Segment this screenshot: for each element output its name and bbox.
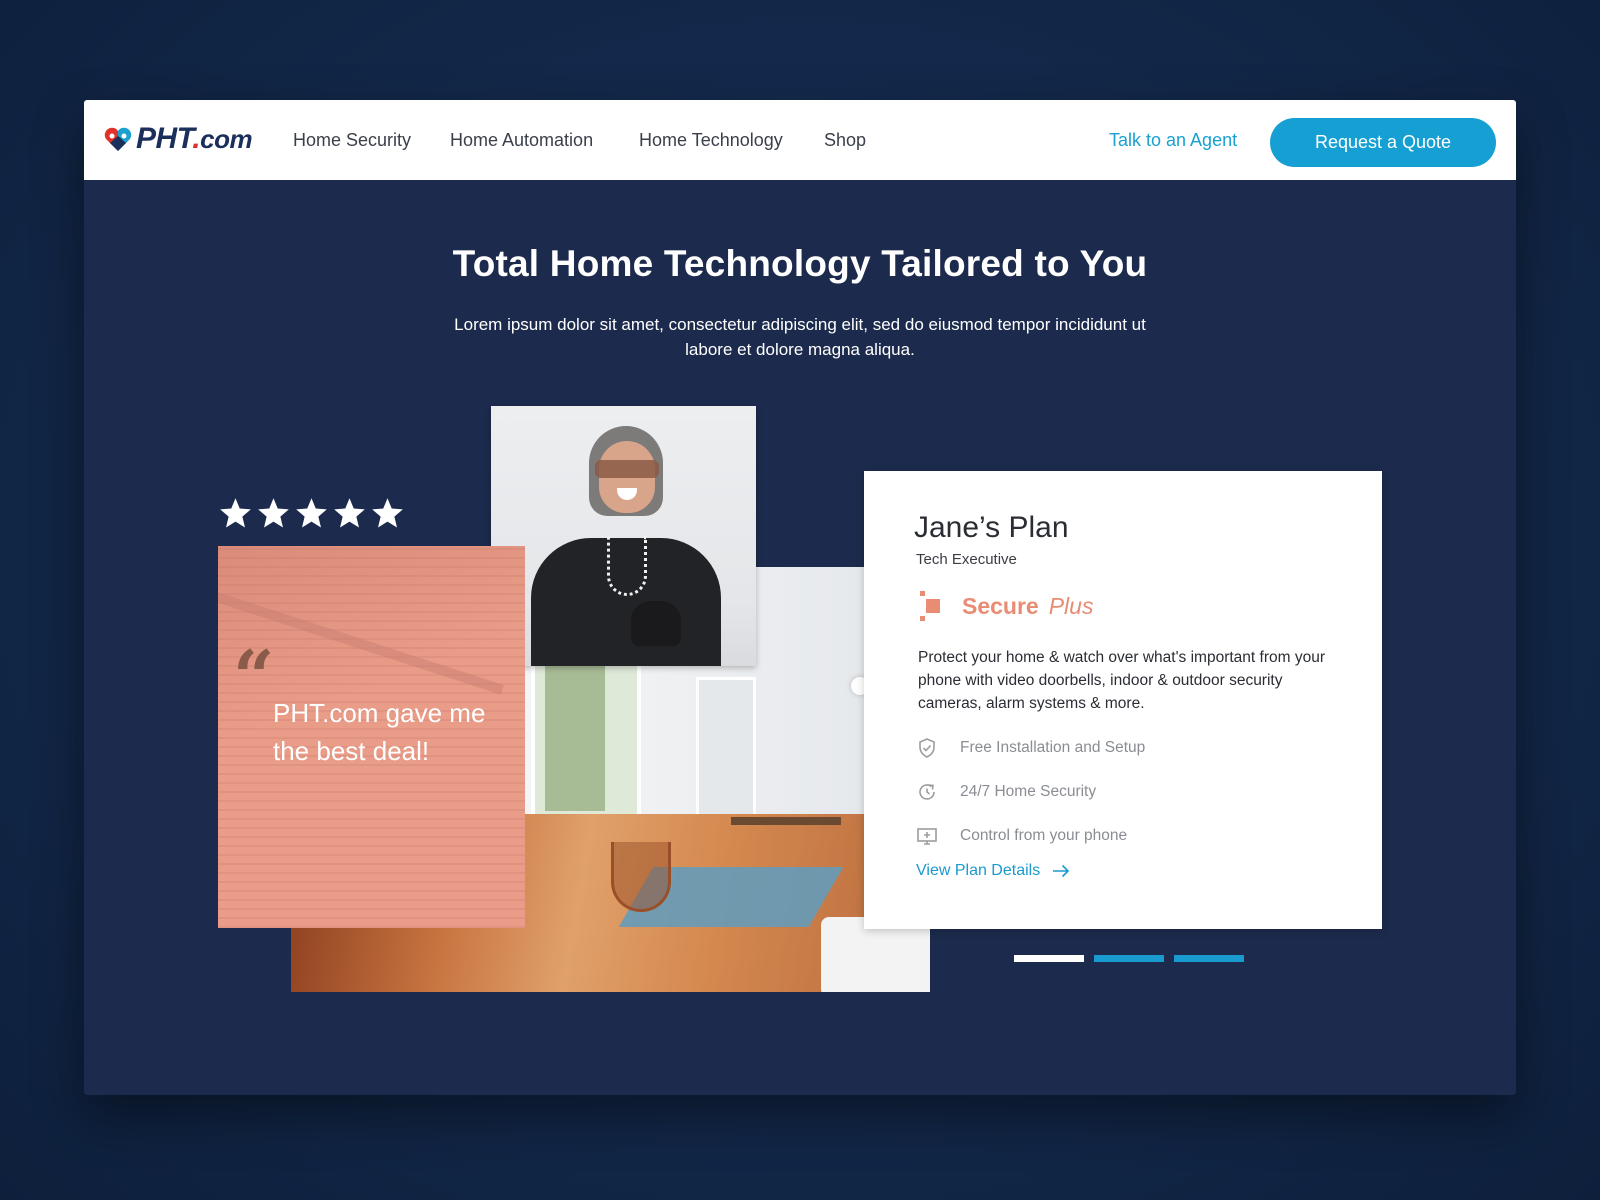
hero-title: Total Home Technology Tailored to You [452, 243, 1148, 284]
nav-home-automation[interactable]: Home Automation [450, 130, 593, 151]
arrow-right-icon [1053, 864, 1070, 878]
star-icon [258, 498, 289, 528]
star-icon [220, 498, 251, 528]
hero-subtitle: Lorem ipsum dolor sit amet, consectetur … [454, 315, 1146, 359]
star-icon [372, 498, 403, 528]
feature-item: 24/7 Home Security [916, 770, 1145, 814]
testimonial-quote: PHT.com gave me the best deal! [273, 698, 486, 766]
heart-logo-icon [104, 127, 132, 151]
logo[interactable]: PHT.com [103, 122, 253, 156]
carousel-pagination [1014, 955, 1244, 962]
feature-label: 24/7 Home Security [960, 783, 1097, 800]
star-icon [296, 498, 327, 528]
shield-check-icon [919, 738, 935, 758]
logo-wordmark: PHT.com [136, 122, 253, 155]
feature-item: Control from your phone [916, 814, 1145, 858]
plan-card: Jane’s Plan Tech Executive Secure Plus P… [864, 471, 1382, 929]
tier-pixel-icon [918, 591, 944, 621]
plan-tier: Secure Plus [918, 591, 1093, 621]
feature-label: Control from your phone [960, 827, 1128, 844]
customer-portrait-photo [491, 406, 756, 666]
tier-suffix: Plus [1048, 592, 1094, 619]
star-rating [218, 496, 405, 531]
star-icon [334, 498, 365, 528]
carousel-dot-1[interactable] [1014, 955, 1084, 962]
plan-role: Tech Executive [916, 551, 1017, 568]
view-plan-details-label: View Plan Details [916, 862, 1041, 879]
plan-name: Jane’s Plan [914, 511, 1069, 544]
site-header: PHT.com Home Security Home Automation Ho… [84, 100, 1516, 180]
feature-item: Free Installation and Setup [916, 726, 1145, 770]
feature-label: Free Installation and Setup [960, 739, 1146, 756]
request-quote-button[interactable]: Request a Quote [1270, 118, 1496, 167]
view-plan-details-link[interactable]: View Plan Details [916, 862, 1070, 880]
quote-mark-icon: “ [233, 634, 275, 719]
tier-name: Secure [962, 592, 1039, 619]
nav-home-technology[interactable]: Home Technology [639, 130, 783, 151]
monitor-plus-icon [917, 828, 937, 845]
page-panel: PHT.com Home Security Home Automation Ho… [84, 100, 1516, 1095]
butterfly-chair [611, 842, 671, 912]
dining-table [731, 817, 841, 825]
feature-list: Free Installation and Setup 24/7 Home Se… [916, 726, 1145, 858]
carousel-dot-2[interactable] [1094, 955, 1164, 962]
nav-home-security[interactable]: Home Security [293, 130, 411, 151]
talk-to-agent-link[interactable]: Talk to an Agent [1109, 130, 1237, 151]
carousel-dot-3[interactable] [1174, 955, 1244, 962]
nav-shop[interactable]: Shop [824, 130, 866, 151]
plan-description: Protect your home & watch over what's im… [918, 649, 1325, 712]
testimonial-card: “ PHT.com gave me the best deal! [218, 546, 525, 928]
clock-refresh-icon [919, 784, 935, 800]
